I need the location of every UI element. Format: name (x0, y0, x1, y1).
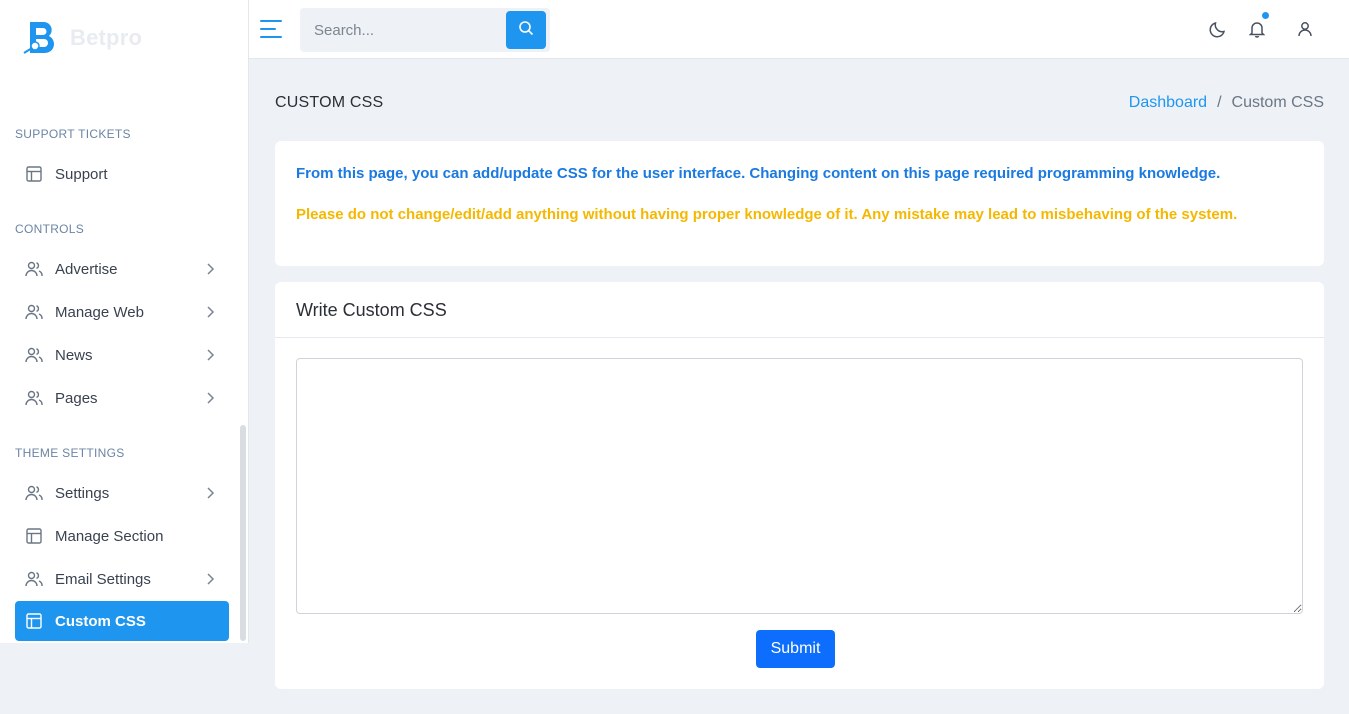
sidebar-item-label: Email Settings (55, 570, 151, 588)
sidebar-item-email-settings[interactable]: Email Settings (15, 559, 229, 599)
sidebar-item-label: Settings (55, 484, 110, 502)
breadcrumb: Dashboard / Custom CSS (1129, 94, 1324, 112)
layout-icon (25, 527, 43, 545)
sidebar-item-label: Manage Section (55, 527, 164, 545)
brand-logo[interactable]: Betpro (22, 18, 142, 58)
sidebar-item-custom-css[interactable]: Custom CSS (15, 601, 229, 641)
bell-icon[interactable] (1246, 12, 1269, 40)
sidebar-item-support[interactable]: Support (15, 154, 229, 194)
sidebar-item-manage-web[interactable]: Manage Web (15, 292, 229, 332)
menu-toggle-icon[interactable] (259, 17, 283, 41)
css-textarea[interactable] (296, 358, 1303, 614)
submit-button[interactable]: Submit (756, 630, 835, 668)
section-title-controls: CONTROLS (15, 222, 85, 236)
chevron-right-icon (203, 391, 217, 405)
chevron-right-icon (203, 262, 217, 276)
chevron-right-icon (203, 486, 217, 500)
breadcrumb-current: Custom CSS (1231, 94, 1324, 111)
search-input[interactable] (300, 8, 505, 52)
sidebar-item-label: Support (55, 165, 108, 183)
sidebar-item-settings[interactable]: Settings (15, 473, 229, 513)
layout-icon (25, 612, 43, 630)
brand-name: Betpro (70, 25, 143, 50)
users-icon (25, 260, 43, 278)
search-button[interactable] (506, 11, 546, 49)
moon-icon[interactable] (1207, 18, 1229, 40)
search-box (300, 8, 550, 52)
search-icon (518, 20, 534, 41)
section-title-theme-settings: THEME SETTINGS (15, 446, 125, 460)
sidebar-item-label: Manage Web (55, 303, 144, 321)
sidebar-scrollbar[interactable] (240, 425, 246, 641)
users-icon (25, 346, 43, 364)
chevron-right-icon (203, 572, 217, 586)
users-icon (25, 303, 43, 321)
chevron-right-icon (203, 305, 217, 319)
sidebar-item-news[interactable]: News (15, 335, 229, 375)
custom-css-card: Write Custom CSS Submit (275, 282, 1324, 689)
users-icon (25, 484, 43, 502)
layout-icon (25, 165, 43, 183)
info-message: From this page, you can add/update CSS f… (296, 165, 1221, 182)
sidebar-item-label: Advertise (55, 260, 118, 278)
sidebar-item-pages[interactable]: Pages (15, 378, 229, 418)
logo-icon (22, 19, 62, 57)
sidebar-item-label: Custom CSS (55, 612, 146, 630)
chevron-right-icon (203, 348, 217, 362)
breadcrumb-separator: / (1217, 94, 1222, 111)
user-icon[interactable] (1294, 18, 1316, 40)
sidebar-item-advertise[interactable]: Advertise (15, 249, 229, 289)
page-title: CUSTOM CSS (275, 94, 384, 111)
users-icon (25, 389, 43, 407)
notice-card: From this page, you can add/update CSS f… (275, 141, 1324, 266)
section-title-support-tickets: SUPPORT TICKETS (15, 127, 131, 141)
notification-dot (1262, 12, 1269, 19)
breadcrumb-dashboard-link[interactable]: Dashboard (1129, 94, 1207, 112)
sidebar-item-label: Pages (55, 389, 98, 407)
sidebar: Betpro SUPPORT TICKETS Support CONTROLS … (0, 0, 249, 643)
warning-message: Please do not change/edit/add anything w… (296, 206, 1238, 223)
sidebar-item-manage-section[interactable]: Manage Section (15, 516, 229, 556)
card-title: Write Custom CSS (275, 282, 1324, 338)
sidebar-item-label: News (55, 346, 93, 364)
topbar (249, 0, 1349, 59)
users-icon (25, 570, 43, 588)
